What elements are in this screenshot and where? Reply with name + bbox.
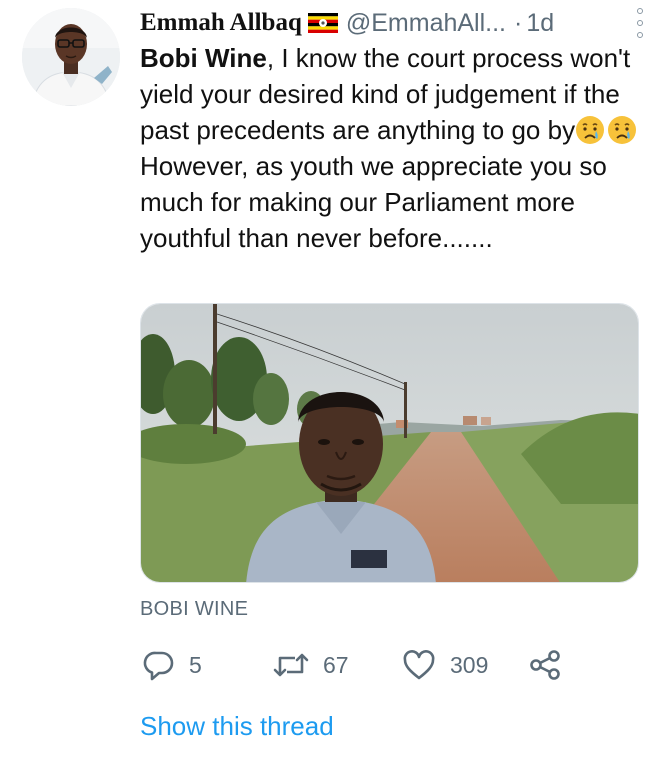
like-button[interactable]: 309 [402, 645, 488, 685]
tweet-text: Bobi Wine, I know the court process won'… [140, 40, 648, 256]
avatar[interactable] [22, 8, 120, 106]
vertical-dots-icon[interactable] [633, 8, 647, 38]
media-caption[interactable]: BOBI WINE [140, 598, 248, 621]
reply-icon [143, 651, 174, 681]
avatar-image [22, 8, 120, 106]
mention-link[interactable]: Bobi Wine [140, 43, 267, 73]
author-handle[interactable]: @EmmahAll... [346, 9, 506, 38]
heart-icon [403, 650, 435, 680]
like-count: 309 [450, 651, 489, 678]
crying-face-icon [576, 116, 605, 144]
share-button[interactable] [528, 645, 562, 685]
tweet-timestamp[interactable]: 1d [526, 9, 554, 38]
tweet-text-part2: However, as youth we appreciate you so m… [140, 151, 607, 253]
media-photo [141, 304, 638, 582]
reply-count: 5 [189, 651, 202, 678]
uganda-flag-icon [307, 13, 338, 33]
tweet-card[interactable]: Emmah Allbaq @EmmahAll... · 1d Bobi Wine… [0, 0, 661, 762]
retweet-icon [273, 653, 309, 677]
share-icon [530, 650, 560, 680]
retweet-count: 67 [323, 651, 349, 678]
header-separator: · [514, 8, 523, 37]
tweet-header: Emmah Allbaq @EmmahAll... · 1d [140, 6, 647, 40]
tweet-media[interactable] [140, 303, 639, 583]
crying-face-icon [608, 116, 637, 144]
show-thread-link[interactable]: Show this thread [140, 711, 334, 742]
display-name[interactable]: Emmah Allbaq [140, 9, 302, 37]
tweet-actions: 5 67 309 [140, 645, 570, 685]
retweet-button[interactable]: 67 [273, 645, 349, 685]
reply-button[interactable]: 5 [143, 645, 202, 685]
